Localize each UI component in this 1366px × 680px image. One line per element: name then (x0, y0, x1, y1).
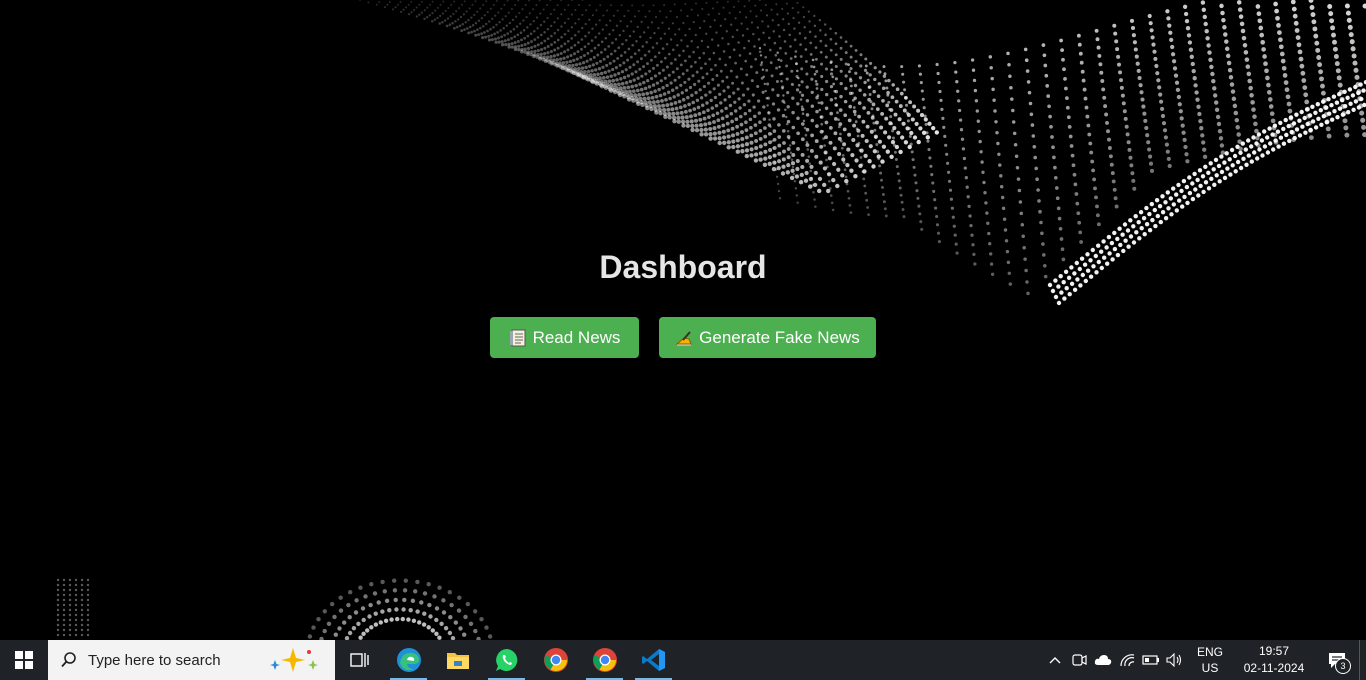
clock-time: 19:57 (1258, 644, 1290, 658)
task-view-button[interactable] (335, 640, 384, 680)
notification-center-button[interactable]: 3 (1315, 640, 1359, 680)
system-tray: ENG US 19:57 02-11-2024 3 (1043, 640, 1366, 680)
whatsapp-taskbar-button[interactable] (482, 640, 531, 680)
chevron-up-icon (1049, 657, 1061, 664)
chrome-icon (543, 648, 568, 672)
speaker-icon (1166, 653, 1182, 667)
chrome-taskbar-button-2[interactable] (580, 640, 629, 680)
whatsapp-icon (495, 649, 517, 671)
sparkle-icon (270, 648, 318, 672)
edge-icon (396, 648, 421, 672)
page-title: Dashboard (599, 249, 767, 285)
page: Dashboard Read News Generate Fake News T… (0, 0, 1366, 680)
generate-fake-news-label: Generate Fake News (699, 327, 860, 347)
onedrive-tray-button[interactable] (1091, 640, 1115, 680)
generate-fake-news-button[interactable]: Generate Fake News (659, 317, 876, 358)
show-hidden-icons-button[interactable] (1043, 640, 1067, 680)
windows-taskbar: ENG US 19:57 02-11-2024 3 (0, 640, 1366, 680)
windows-logo-icon (15, 651, 33, 669)
show-desktop-button[interactable] (1359, 640, 1366, 680)
read-news-button[interactable]: Read News (490, 317, 639, 358)
chrome-icon (592, 648, 617, 672)
edge-taskbar-button[interactable] (384, 640, 433, 680)
volume-tray-button[interactable] (1163, 640, 1187, 680)
clock-date: 02-11-2024 (1243, 661, 1305, 675)
file-explorer-taskbar-button[interactable] (433, 640, 482, 680)
chrome-taskbar-button-1[interactable] (531, 640, 580, 680)
clock[interactable]: 19:57 02-11-2024 (1243, 643, 1305, 677)
wifi-icon (1120, 654, 1135, 667)
wifi-tray-button[interactable] (1115, 640, 1139, 680)
notebook-icon (509, 329, 527, 347)
battery-icon (1142, 655, 1159, 665)
writing-hand-icon (675, 329, 693, 347)
search-input[interactable] (86, 650, 250, 670)
language-code: ENG (1196, 645, 1223, 659)
meet-tray-button[interactable] (1067, 640, 1091, 680)
battery-tray-button[interactable] (1139, 640, 1163, 680)
cloud-icon (1094, 655, 1112, 665)
folder-icon (446, 653, 469, 669)
keyboard-region: US (1201, 661, 1219, 675)
taskbar-search[interactable] (48, 640, 335, 680)
vscode-taskbar-button[interactable] (629, 640, 678, 680)
vscode-icon (641, 649, 665, 671)
notification-count-badge: 3 (1335, 658, 1351, 674)
video-call-icon (1072, 654, 1087, 666)
start-button[interactable] (0, 640, 48, 680)
search-icon (61, 652, 76, 668)
read-news-label: Read News (532, 327, 621, 347)
language-indicator[interactable]: ENG US (1195, 644, 1225, 676)
task-view-icon (349, 653, 369, 667)
